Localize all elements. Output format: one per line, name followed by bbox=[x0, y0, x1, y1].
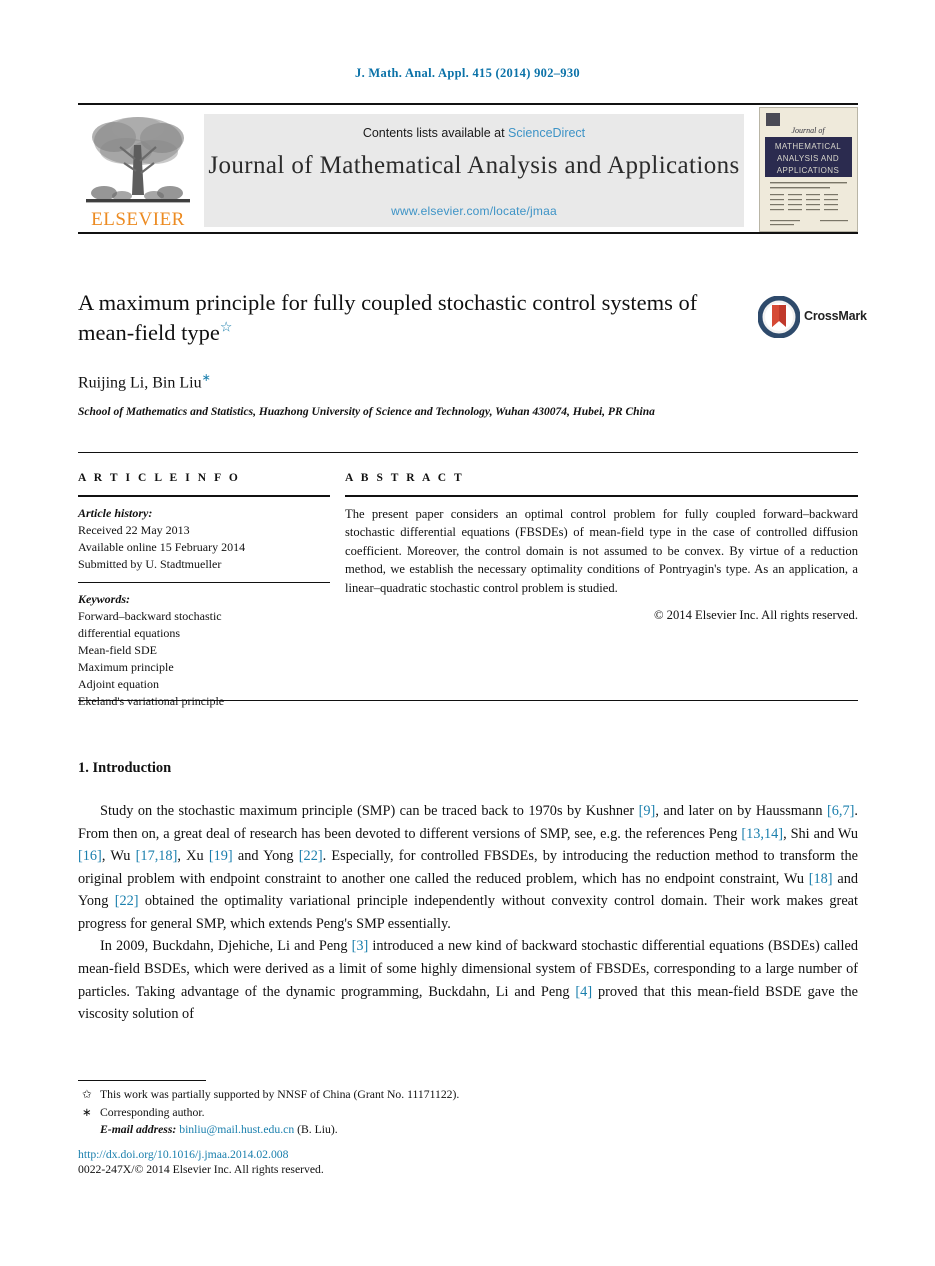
keywords-rule bbox=[78, 582, 330, 584]
text-run: , Xu bbox=[177, 848, 209, 865]
svg-text:APPLICATIONS: APPLICATIONS bbox=[777, 166, 839, 175]
citation-link[interactable]: [18] bbox=[809, 871, 833, 887]
crossmark-icon bbox=[757, 295, 801, 339]
keyword-item: differential equations bbox=[78, 626, 181, 641]
citation-link[interactable]: [6,7] bbox=[827, 803, 854, 819]
elsevier-logo: ELSEVIER bbox=[82, 111, 194, 229]
keywords-label: Keywords: bbox=[78, 592, 130, 607]
keyword-item: Ekeland's variational principle bbox=[78, 694, 225, 709]
journal-cover-thumbnail: Journal of MATHEMATICAL ANALYSIS AND APP… bbox=[759, 107, 858, 232]
citation-link[interactable]: [4] bbox=[575, 984, 592, 1000]
abstract-rule bbox=[345, 495, 858, 497]
journal-cover-art: Journal of MATHEMATICAL ANALYSIS AND APP… bbox=[760, 108, 857, 231]
svg-text:Journal of: Journal of bbox=[791, 126, 826, 135]
text-run: , Shi and Wu bbox=[783, 825, 858, 842]
abstract-copyright: © 2014 Elsevier Inc. All rights reserved… bbox=[653, 607, 858, 622]
footnote-corresponding-text: Corresponding author. bbox=[100, 1105, 205, 1119]
text-run: and Yong bbox=[232, 848, 299, 865]
contents-prefix: Contents lists available at bbox=[362, 126, 505, 140]
svg-text:ANALYSIS AND: ANALYSIS AND bbox=[777, 154, 839, 163]
text-run: Study on the stochastic maximum principl… bbox=[100, 803, 639, 819]
footnotes: ✩ This work was partially supported by N… bbox=[78, 1086, 678, 1139]
elsevier-tree-icon bbox=[86, 117, 190, 203]
page-title: A maximum principle for fully coupled st… bbox=[78, 288, 738, 347]
article-first-page: J. Math. Anal. Appl. 415 (2014) 902–930 bbox=[0, 0, 935, 1266]
citation-link[interactable]: [19] bbox=[209, 848, 233, 864]
journal-homepage-link[interactable]: www.elsevier.com/locate/jmaa bbox=[204, 204, 744, 218]
text-run: , Wu bbox=[101, 848, 136, 865]
crossmark-badge[interactable]: CrossMark bbox=[757, 295, 867, 342]
footnote-divider bbox=[78, 1080, 206, 1081]
masthead-band: Contents lists available at ScienceDirec… bbox=[204, 114, 744, 227]
journal-masthead: ELSEVIER Contents lists available at Sci… bbox=[78, 103, 858, 234]
footnote-star-marker: ✩ bbox=[82, 1088, 92, 1101]
email-label: E-mail address: bbox=[100, 1123, 177, 1137]
issn-copyright-line: 0022-247X/© 2014 Elsevier Inc. All right… bbox=[78, 1163, 324, 1176]
sciencedirect-link[interactable]: ScienceDirect bbox=[508, 126, 585, 140]
body-content: Study on the stochastic maximum principl… bbox=[78, 800, 858, 1026]
title-text: A maximum principle for fully coupled st… bbox=[78, 290, 698, 345]
citation-link[interactable]: [3] bbox=[352, 938, 369, 954]
keyword-item: Mean-field SDE bbox=[78, 643, 157, 658]
citation-link[interactable]: [22] bbox=[299, 848, 323, 864]
abstract-text: The present paper considers an optimal c… bbox=[345, 507, 858, 595]
section-heading-introduction: 1. Introduction bbox=[78, 760, 172, 776]
article-history-label: Article history: bbox=[78, 506, 153, 520]
citation-link[interactable]: [17,18] bbox=[136, 848, 178, 864]
crossmark-label: CrossMark bbox=[804, 309, 867, 323]
article-history-received: Received 22 May 2013 bbox=[78, 523, 190, 538]
svg-text:MATHEMATICAL: MATHEMATICAL bbox=[775, 142, 841, 151]
title-footnote-marker[interactable]: ☆ bbox=[220, 320, 233, 335]
abstract-column: A B S T R A C T The present paper consid… bbox=[345, 472, 858, 623]
footnote-corresponding: ∗ Corresponding author. bbox=[78, 1104, 678, 1122]
paragraph-1: Study on the stochastic maximum principl… bbox=[78, 800, 858, 935]
text-run: obtained the optimality variational prin… bbox=[78, 893, 858, 932]
citation-link[interactable]: [9] bbox=[639, 803, 656, 819]
keyword-item: Forward–backward stochastic bbox=[78, 609, 222, 624]
footnote-funding-text: This work was partially supported by NNS… bbox=[100, 1088, 460, 1101]
footnote-email-row: E-mail address: binliu@mail.hust.edu.cn … bbox=[78, 1121, 678, 1139]
corresponding-author-marker[interactable]: ∗ bbox=[202, 372, 211, 384]
abstract-heading: A B S T R A C T bbox=[345, 472, 465, 484]
article-history-submitted: Submitted by U. Stadtmueller bbox=[78, 557, 222, 572]
footnote-funding: ✩ This work was partially supported by N… bbox=[78, 1086, 678, 1104]
running-head: J. Math. Anal. Appl. 415 (2014) 902–930 bbox=[355, 66, 580, 80]
author-list: Ruijing Li, Bin Liu∗ bbox=[78, 371, 211, 392]
text-run: In 2009, Buckdahn, Djehiche, Li and Peng bbox=[100, 938, 352, 955]
citation-link[interactable]: [22] bbox=[115, 893, 139, 909]
paragraph-2: In 2009, Buckdahn, Djehiche, Li and Peng… bbox=[78, 935, 858, 1025]
article-history-available: Available online 15 February 2014 bbox=[78, 540, 246, 555]
article-info-heading: A R T I C L E I N F O bbox=[78, 472, 241, 484]
keyword-item: Adjoint equation bbox=[78, 677, 159, 692]
info-top-divider bbox=[78, 452, 858, 453]
footnote-asterisk-marker: ∗ bbox=[82, 1105, 92, 1119]
citation-link[interactable]: [13,14] bbox=[741, 826, 783, 842]
text-run: , and later on by Haussmann bbox=[655, 803, 828, 819]
elsevier-wordmark: ELSEVIER bbox=[91, 209, 185, 230]
journal-title: Journal of Mathematical Analysis and App… bbox=[208, 152, 740, 179]
contents-list-line: Contents lists available at ScienceDirec… bbox=[204, 126, 744, 140]
email-link[interactable]: binliu@mail.hust.edu.cn bbox=[179, 1123, 294, 1136]
citation-link[interactable]: [16] bbox=[78, 848, 102, 864]
doi-link[interactable]: http://dx.doi.org/10.1016/j.jmaa.2014.02… bbox=[78, 1148, 288, 1161]
author-names: Ruijing Li, Bin Liu bbox=[78, 374, 202, 392]
article-info-rule bbox=[78, 495, 330, 497]
article-info-column: A R T I C L E I N F O Article history: R… bbox=[78, 472, 330, 710]
keyword-item: Maximum principle bbox=[78, 660, 174, 675]
affiliation: School of Mathematics and Statistics, Hu… bbox=[78, 406, 655, 418]
email-owner: (B. Liu). bbox=[297, 1123, 338, 1137]
